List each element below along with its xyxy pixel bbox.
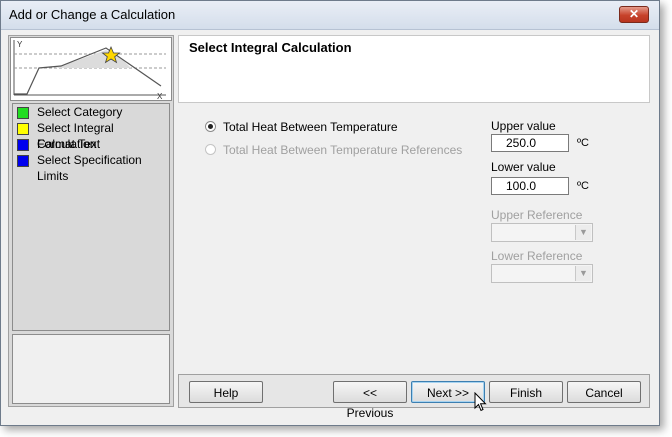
lower-reference-label: Lower Reference <box>491 249 583 263</box>
radio-button-disabled <box>205 144 216 155</box>
green-square-icon <box>17 107 29 119</box>
step-label: Format Text <box>37 137 101 151</box>
previous-button[interactable]: << Previous <box>333 381 407 420</box>
help-button[interactable]: Help <box>189 381 263 403</box>
upper-reference-label: Upper Reference <box>491 208 583 222</box>
lower-reference-select: ▼ <box>491 264 593 283</box>
upper-value-input[interactable] <box>491 134 569 152</box>
integral-graph-icon: Y X <box>13 40 166 101</box>
step-select-integral-calculation[interactable]: Select Integral Calculation <box>13 120 169 151</box>
graph-x-label: X <box>157 92 163 100</box>
close-icon: ✕ <box>628 7 640 21</box>
upper-value-label: Upper value <box>491 119 556 133</box>
chevron-down-icon: ▼ <box>575 225 591 240</box>
mouse-cursor-icon <box>474 392 487 412</box>
option-label: Total Heat Between Temperature Reference… <box>223 143 463 157</box>
step-format-text[interactable]: Format Text <box>13 136 169 152</box>
finish-button[interactable]: Finish <box>489 381 563 403</box>
step-select-category[interactable]: Select Category <box>13 104 169 120</box>
blue-square-icon <box>17 155 29 167</box>
curve-graph: Y X <box>10 37 172 101</box>
option-label: Total Heat Between Temperature <box>223 120 398 134</box>
sidebar-info-box <box>12 334 170 404</box>
lower-value-label: Lower value <box>491 160 556 174</box>
radio-button-checked[interactable] <box>205 121 216 132</box>
graph-y-label: Y <box>17 40 23 49</box>
step-header: Select Integral Calculation <box>178 35 650 103</box>
step-select-specification-limits[interactable]: Select Specification Limits <box>13 152 169 183</box>
lower-value-input[interactable] <box>491 177 569 195</box>
chevron-down-icon: ▼ <box>575 266 591 281</box>
step-list: Select Category Select Integral Calculat… <box>12 103 170 331</box>
wizard-sidebar: Y X Select Category Select Integral Calc… <box>8 35 174 407</box>
upper-unit: ºC <box>577 137 589 149</box>
graph-curve <box>14 47 162 95</box>
lower-unit: ºC <box>577 180 589 192</box>
blue-square-icon <box>17 139 29 151</box>
yellow-square-icon <box>17 123 29 135</box>
window-title: Add or Change a Calculation <box>9 7 176 22</box>
upper-reference-select: ▼ <box>491 223 593 242</box>
page-title: Select Integral Calculation <box>189 40 352 55</box>
title-bar[interactable]: Add or Change a Calculation ✕ <box>1 1 659 30</box>
step-label: Select Specification Limits <box>37 153 142 183</box>
close-button[interactable]: ✕ <box>619 6 649 23</box>
step-label: Select Category <box>37 105 123 119</box>
cancel-button[interactable]: Cancel <box>567 381 641 403</box>
